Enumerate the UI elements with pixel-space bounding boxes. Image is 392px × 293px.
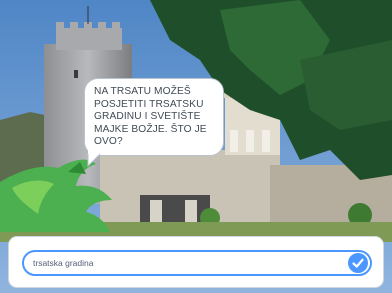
ask-answer-panel	[8, 236, 384, 288]
submit-answer-button[interactable]	[348, 253, 368, 273]
speech-bubble-text: NA TRSATU MOŽEŠ POSJETITI TRSATSKU GRADI…	[94, 86, 207, 148]
answer-input[interactable]	[33, 255, 333, 271]
stage: NA TRSATU MOŽEŠ POSJETITI TRSATSKU GRADI…	[0, 0, 392, 293]
check-icon	[352, 258, 364, 268]
speech-bubble: NA TRSATU MOŽEŠ POSJETITI TRSATSKU GRADI…	[84, 78, 224, 156]
speech-bubble-tail	[87, 150, 102, 168]
answer-field	[22, 250, 372, 276]
